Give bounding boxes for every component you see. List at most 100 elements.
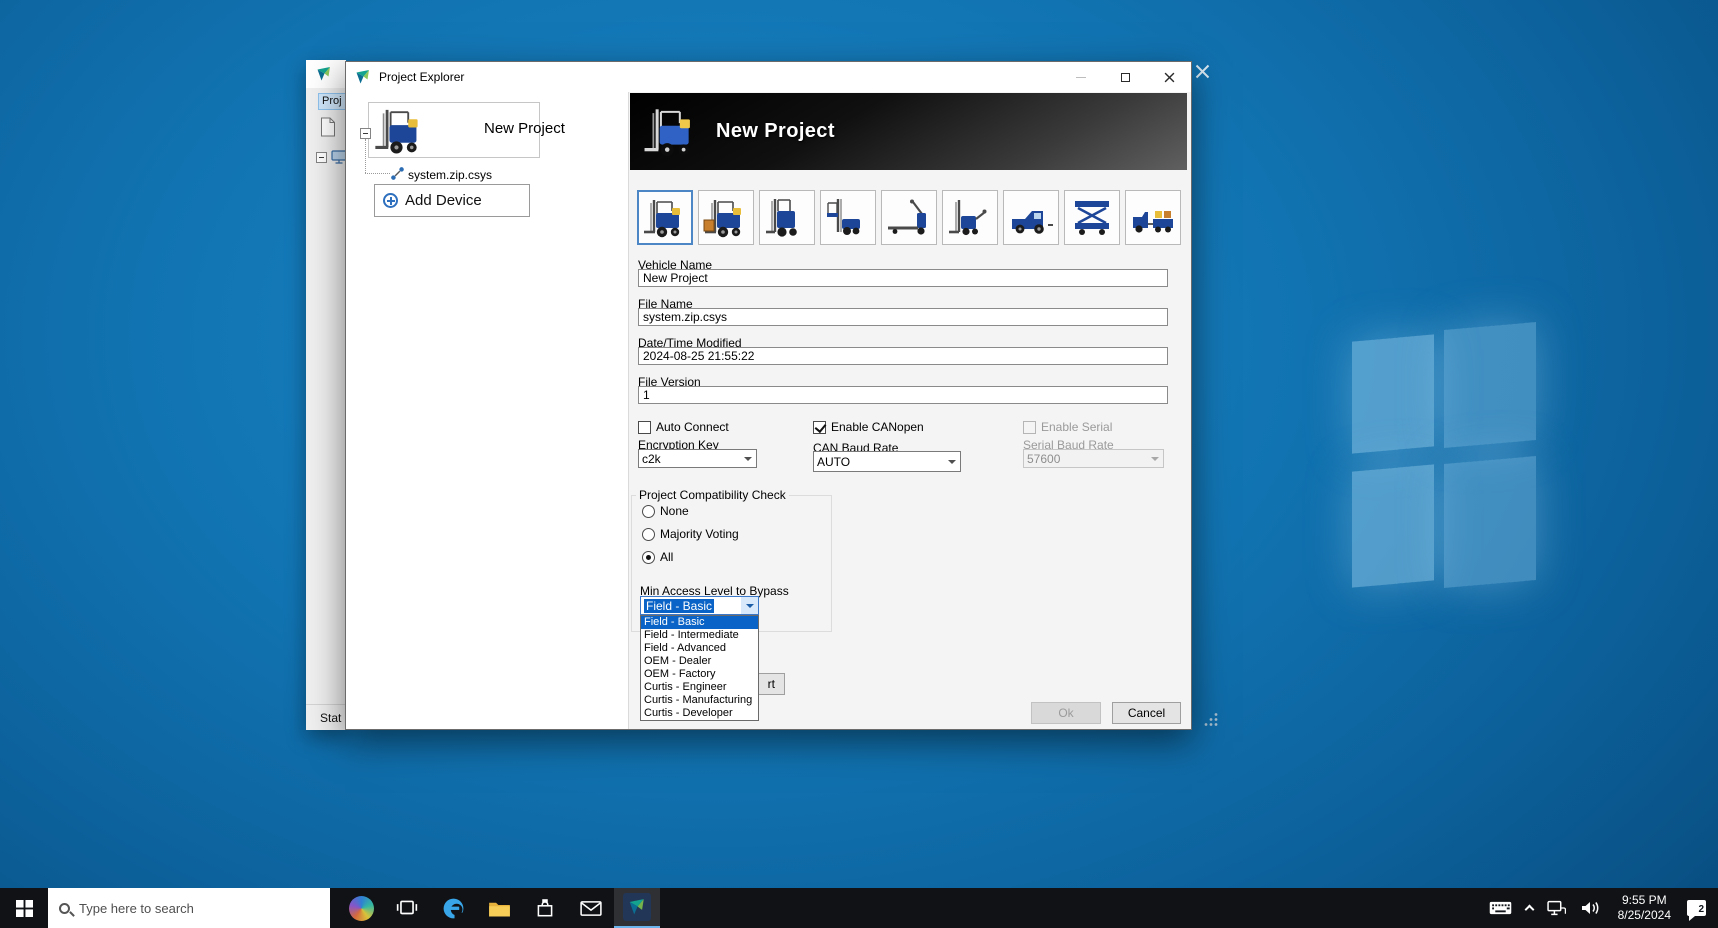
add-device-button[interactable]: Add Device bbox=[374, 184, 530, 217]
task-view-icon bbox=[396, 899, 418, 917]
radio-selected-icon bbox=[642, 551, 655, 564]
edge-button[interactable] bbox=[430, 888, 476, 928]
reach-truck-icon bbox=[764, 197, 810, 239]
file-version-input[interactable]: 1 bbox=[638, 386, 1168, 404]
checkbox-icon bbox=[638, 421, 651, 434]
vehicle-name-input[interactable]: New Project bbox=[638, 269, 1168, 287]
enable-serial-checkbox: Enable Serial bbox=[1023, 420, 1112, 434]
tree-child-label[interactable]: system.zip.csys bbox=[408, 168, 492, 182]
radio-all-label: All bbox=[660, 550, 673, 564]
main-window-project-tab[interactable]: Proj bbox=[318, 93, 346, 110]
vehicle-type-counterbalance-button[interactable] bbox=[637, 190, 693, 245]
dropdown-arrow-icon bbox=[1146, 450, 1163, 467]
action-center-button[interactable]: 2 bbox=[1680, 888, 1718, 928]
file-explorer-icon bbox=[488, 899, 511, 918]
vehicle-type-pallet-truck-button[interactable] bbox=[881, 190, 937, 245]
dropdown-arrow-icon[interactable] bbox=[943, 452, 960, 471]
dropdown-option[interactable]: Curtis - Manufacturing bbox=[641, 694, 758, 707]
dialog-title: Project Explorer bbox=[379, 70, 464, 84]
project-forklift-icon bbox=[373, 106, 427, 156]
can-baud-rate-value: AUTO bbox=[814, 452, 943, 471]
volume-icon bbox=[1580, 900, 1602, 916]
dropdown-option[interactable]: OEM - Factory bbox=[641, 668, 758, 681]
tree-expand-icon[interactable] bbox=[316, 152, 327, 163]
file-explorer-button[interactable] bbox=[476, 888, 522, 928]
can-baud-rate-combobox[interactable]: AUTO bbox=[813, 451, 961, 472]
cortana-icon bbox=[349, 896, 374, 921]
project-tree-panel: New Project system.zip.csys Add Device bbox=[346, 92, 629, 729]
add-icon bbox=[383, 193, 398, 208]
vehicle-type-reach-truck-button[interactable] bbox=[759, 190, 815, 245]
vehicle-type-scissor-lift-button[interactable] bbox=[1064, 190, 1120, 245]
dialog-app-icon bbox=[355, 69, 371, 85]
status-bar-divider bbox=[306, 704, 346, 705]
tree-root-label[interactable]: New Project bbox=[484, 120, 565, 137]
curtis-toolkit-taskbar-button[interactable] bbox=[614, 888, 660, 928]
clock-time: 9:55 PM bbox=[1618, 893, 1671, 908]
main-window-edge: Proj Stat bbox=[306, 60, 346, 730]
maximize-button[interactable] bbox=[1103, 62, 1147, 92]
radio-icon bbox=[642, 505, 655, 518]
main-window-close-icon[interactable] bbox=[1195, 64, 1210, 79]
enable-canopen-checkbox[interactable]: Enable CANopen bbox=[813, 420, 924, 434]
min-access-dropdown-list: Field - Basic Field - Intermediate Field… bbox=[640, 615, 759, 721]
close-button[interactable] bbox=[1147, 62, 1191, 92]
resize-grip[interactable] bbox=[1204, 712, 1220, 728]
tree-connector bbox=[365, 173, 390, 174]
vehicle-type-order-picker-button[interactable] bbox=[820, 190, 876, 245]
file-name-input[interactable]: system.zip.csys bbox=[638, 308, 1168, 326]
minimize-button[interactable] bbox=[1059, 62, 1103, 92]
dropdown-option[interactable]: Curtis - Developer bbox=[641, 707, 758, 720]
store-icon bbox=[534, 897, 556, 919]
tree-expand-icon[interactable] bbox=[360, 128, 371, 139]
counterbalance-forklift-icon bbox=[642, 197, 688, 239]
date-modified-input[interactable]: 2024-08-25 21:55:22 bbox=[638, 347, 1168, 365]
network-button[interactable] bbox=[1540, 888, 1573, 928]
search-icon bbox=[59, 903, 70, 914]
radio-icon bbox=[642, 528, 655, 541]
auto-connect-label: Auto Connect bbox=[656, 420, 729, 434]
min-access-combobox[interactable]: Field - Basic bbox=[640, 596, 759, 615]
vehicle-type-loaded-forklift-button[interactable] bbox=[698, 190, 754, 245]
ok-button[interactable]: Ok bbox=[1031, 702, 1101, 724]
tugger-train-icon bbox=[1130, 197, 1176, 239]
taskbar-clock[interactable]: 9:55 PM 8/25/2024 bbox=[1609, 893, 1680, 923]
radio-none[interactable]: None bbox=[642, 504, 689, 518]
dropdown-option[interactable]: Field - Intermediate bbox=[641, 629, 758, 642]
dropdown-arrow-icon[interactable] bbox=[739, 450, 756, 467]
enable-canopen-label: Enable CANopen bbox=[831, 420, 924, 434]
vehicle-type-tugger-button[interactable] bbox=[1125, 190, 1181, 245]
dropdown-option[interactable]: Curtis - Engineer bbox=[641, 681, 758, 694]
enable-serial-label: Enable Serial bbox=[1041, 420, 1112, 434]
search-box[interactable]: Type here to search bbox=[48, 888, 330, 928]
dialog-titlebar[interactable]: Project Explorer bbox=[346, 62, 1191, 92]
notification-badge: 2 bbox=[1698, 905, 1704, 915]
walkie-stacker-icon bbox=[947, 197, 993, 239]
hidden-icons-button[interactable] bbox=[1519, 888, 1540, 928]
mail-button[interactable] bbox=[568, 888, 614, 928]
task-view-button[interactable] bbox=[384, 888, 430, 928]
radio-majority-voting[interactable]: Majority Voting bbox=[642, 527, 739, 541]
dropdown-option[interactable]: Field - Basic bbox=[641, 616, 758, 629]
new-document-icon[interactable] bbox=[320, 117, 336, 137]
dropdown-arrow-icon[interactable] bbox=[741, 597, 758, 614]
cancel-button[interactable]: Cancel bbox=[1112, 702, 1181, 724]
radio-all[interactable]: All bbox=[642, 550, 673, 564]
system-node-icon[interactable] bbox=[331, 150, 346, 164]
vehicle-type-tow-tractor-button[interactable] bbox=[1003, 190, 1059, 245]
dropdown-option[interactable]: Field - Advanced bbox=[641, 642, 758, 655]
touch-keyboard-button[interactable] bbox=[1482, 888, 1519, 928]
radio-none-label: None bbox=[660, 504, 689, 518]
minimize-icon bbox=[1076, 77, 1086, 78]
add-device-label: Add Device bbox=[405, 192, 482, 209]
curtis-toolkit-icon bbox=[623, 893, 651, 921]
volume-button[interactable] bbox=[1573, 888, 1609, 928]
encryption-key-combobox[interactable]: c2k bbox=[638, 449, 757, 468]
start-button[interactable] bbox=[0, 888, 48, 928]
serial-baud-rate-combobox: 57600 bbox=[1023, 449, 1164, 468]
cortana-button[interactable] bbox=[338, 888, 384, 928]
store-button[interactable] bbox=[522, 888, 568, 928]
dropdown-option[interactable]: OEM - Dealer bbox=[641, 655, 758, 668]
vehicle-type-walkie-stacker-button[interactable] bbox=[942, 190, 998, 245]
auto-connect-checkbox[interactable]: Auto Connect bbox=[638, 420, 729, 434]
